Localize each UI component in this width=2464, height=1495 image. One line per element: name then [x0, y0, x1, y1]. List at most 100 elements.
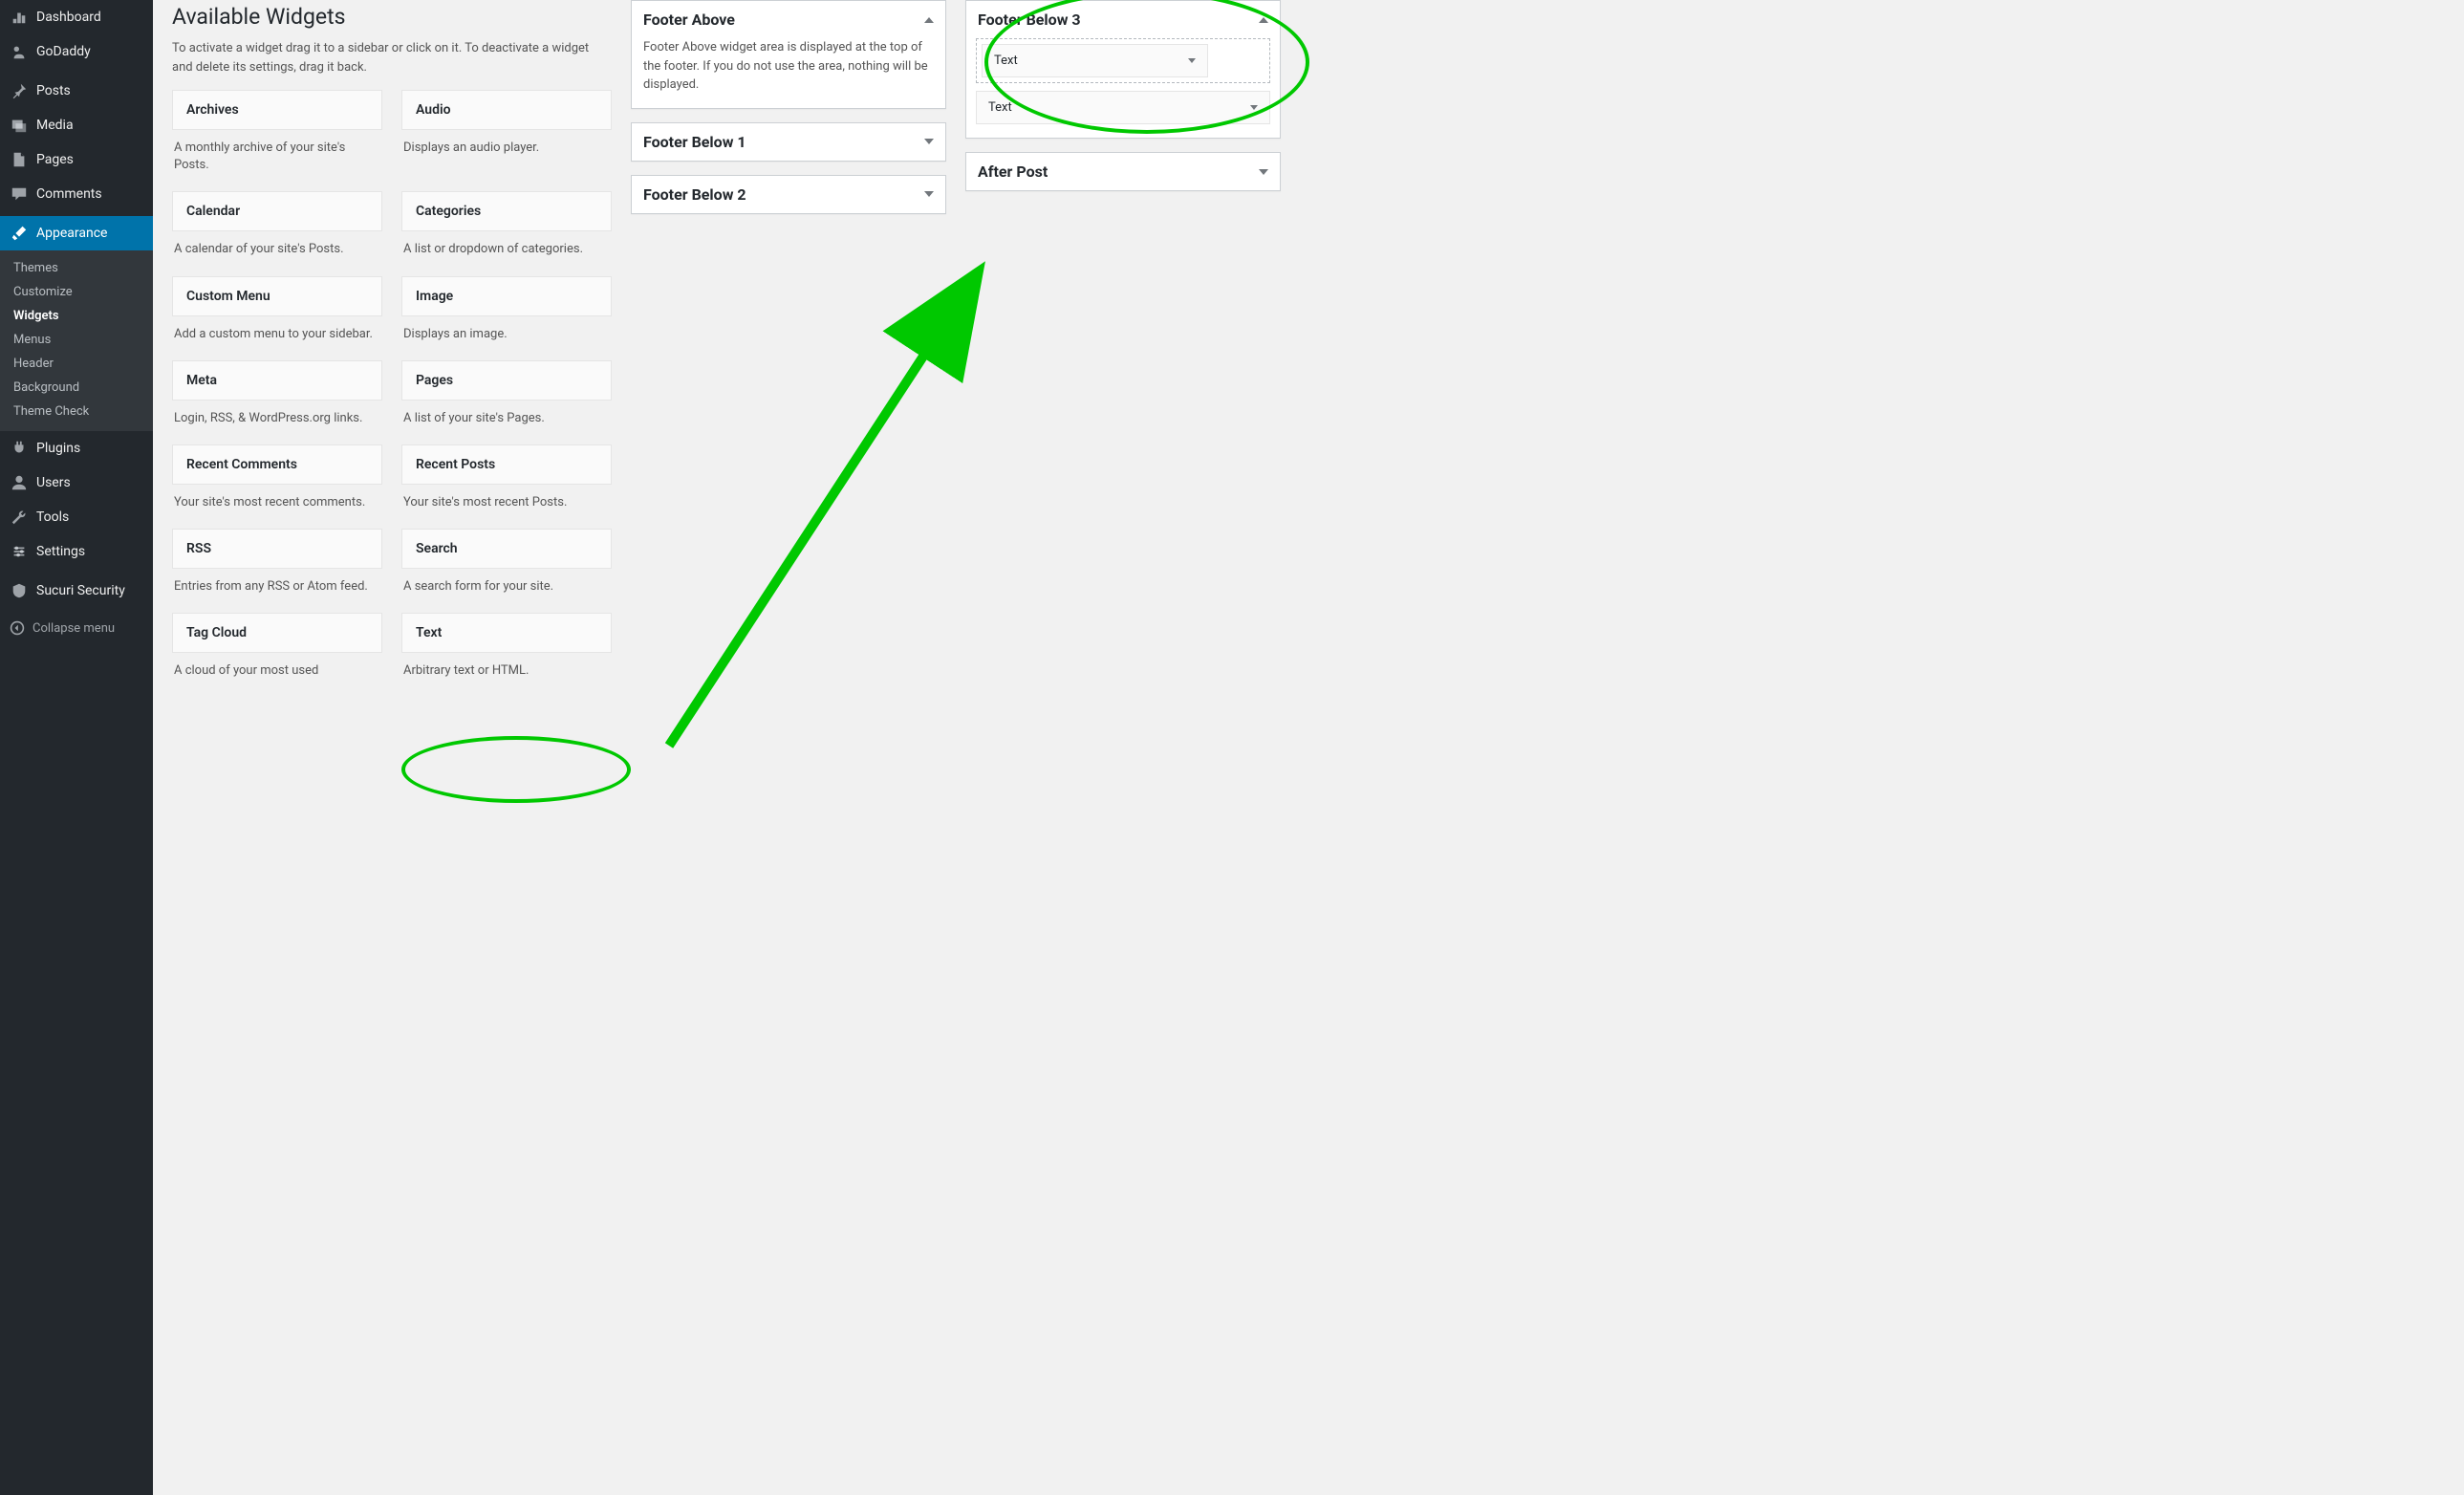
- chevron-down-icon: [924, 139, 934, 144]
- available-widget-description: Displays an image.: [401, 316, 612, 351]
- available-widget-description: Displays an audio player.: [401, 130, 612, 164]
- sidebar-item-comments[interactable]: Comments: [0, 177, 153, 211]
- settings-icon: [10, 542, 29, 561]
- available-widget-chip[interactable]: Pages: [401, 360, 612, 401]
- available-widget-cell: Calendar A calendar of your site's Posts.: [172, 191, 382, 275]
- available-widget-cell: Archives A monthly archive of your site's…: [172, 90, 382, 191]
- available-widget-description: Your site's most recent Posts.: [401, 485, 612, 519]
- sidebar-item-plugins[interactable]: Plugins: [0, 431, 153, 466]
- available-widget-chip[interactable]: Tag Cloud: [172, 613, 382, 653]
- pin-icon: [10, 81, 29, 100]
- available-widget-chip[interactable]: Calendar: [172, 191, 382, 231]
- widget-name: Search: [416, 541, 458, 556]
- available-widget-chip[interactable]: Audio: [401, 90, 612, 130]
- chevron-down-icon: [1188, 58, 1196, 63]
- sidebar-item-dashboard[interactable]: Dashboard: [0, 0, 153, 34]
- available-widget-cell: Image Displays an image.: [401, 276, 612, 360]
- sidebar-item-label: Appearance: [36, 226, 107, 241]
- available-widget-cell: Recent PostsYour site's most recent Post…: [401, 444, 612, 529]
- available-widget-description: A list or dropdown of categories.: [401, 231, 612, 266]
- sidebar-item-godaddy[interactable]: GoDaddy: [0, 34, 153, 69]
- widget-area-header[interactable]: Footer Below 2: [632, 176, 945, 213]
- sidebar-item-media[interactable]: Media: [0, 108, 153, 142]
- submenu-item-widgets[interactable]: Widgets: [0, 304, 153, 328]
- sidebar-item-label: Users: [36, 475, 71, 490]
- available-widget-cell: Recent CommentsYour site's most recent c…: [172, 444, 382, 529]
- sidebar-item-appearance[interactable]: Appearance: [0, 216, 153, 250]
- available-widget-chip[interactable]: Image: [401, 276, 612, 316]
- dashboard-icon: [10, 8, 29, 27]
- widget-area-header[interactable]: Footer Below 1: [632, 123, 945, 161]
- widget-drop-zone[interactable]: Text: [976, 38, 1270, 83]
- available-widgets-panel: Available Widgets To activate a widget d…: [172, 0, 612, 698]
- widget-area-header[interactable]: After Post: [966, 153, 1280, 190]
- available-widgets-heading: Available Widgets: [172, 4, 612, 30]
- sidebar-item-label: Settings: [36, 544, 85, 559]
- widget-area-column-1: Footer Above Footer Above widget area is…: [631, 0, 946, 228]
- sidebar-item-settings[interactable]: Settings: [0, 534, 153, 569]
- admin-sidebar: Dashboard GoDaddy Posts Media Pages Comm…: [0, 0, 153, 1495]
- brush-icon: [10, 224, 29, 243]
- widget-area-header[interactable]: Footer Above: [632, 1, 945, 38]
- sidebar-item-label: Dashboard: [36, 10, 101, 25]
- available-widget-chip[interactable]: Recent Posts: [401, 444, 612, 485]
- widget-name: Custom Menu: [186, 289, 270, 304]
- widget-instance-text[interactable]: Text: [976, 91, 1270, 124]
- sidebar-item-posts[interactable]: Posts: [0, 74, 153, 108]
- widget-area-description: Footer Above widget area is displayed at…: [632, 38, 945, 108]
- plug-icon: [10, 439, 29, 458]
- sidebar-item-tools[interactable]: Tools: [0, 500, 153, 534]
- godaddy-icon: [10, 42, 29, 61]
- sidebar-collapse-button[interactable]: Collapse menu: [0, 613, 153, 643]
- submenu-item-themes[interactable]: Themes: [0, 256, 153, 280]
- available-widget-description: Login, RSS, & WordPress.org links.: [172, 401, 382, 435]
- available-widget-chip[interactable]: Search: [401, 529, 612, 569]
- chevron-up-icon: [1259, 17, 1268, 23]
- widget-area-title: Footer Below 2: [643, 185, 746, 204]
- available-widget-description: A monthly archive of your site's Posts.: [172, 130, 382, 182]
- available-widget-chip[interactable]: RSS: [172, 529, 382, 569]
- widget-instance-text-dragging[interactable]: Text: [982, 44, 1208, 77]
- chevron-down-icon: [1259, 169, 1268, 175]
- available-widget-cell: PagesA list of your site's Pages.: [401, 360, 612, 444]
- page-icon: [10, 150, 29, 169]
- available-widget-description: A search form for your site.: [401, 569, 612, 603]
- widget-name: Pages: [416, 373, 453, 388]
- available-widget-cell: CategoriesA list or dropdown of categori…: [401, 191, 612, 275]
- available-widget-chip[interactable]: Archives: [172, 90, 382, 130]
- available-widget-cell: MetaLogin, RSS, & WordPress.org links.: [172, 360, 382, 444]
- widget-name: Audio: [416, 102, 451, 118]
- widget-area-footer-below-1: Footer Below 1: [631, 122, 946, 162]
- available-widget-description: Add a custom menu to your sidebar.: [172, 316, 382, 351]
- available-widget-chip[interactable]: Categories: [401, 191, 612, 231]
- sidebar-item-sucuri[interactable]: Sucuri Security: [0, 574, 153, 608]
- submenu-item-menus[interactable]: Menus: [0, 328, 153, 352]
- submenu-item-background[interactable]: Background: [0, 376, 153, 400]
- available-widget-cell: Audio Displays an audio player.: [401, 90, 612, 191]
- widget-name: Calendar: [186, 204, 240, 219]
- available-widget-description: A calendar of your site's Posts.: [172, 231, 382, 266]
- sidebar-item-label: Plugins: [36, 441, 80, 456]
- shield-icon: [10, 581, 29, 600]
- sidebar-item-users[interactable]: Users: [0, 466, 153, 500]
- sidebar-item-label: GoDaddy: [36, 44, 91, 59]
- available-widget-cell: Custom Menu Add a custom menu to your sid…: [172, 276, 382, 360]
- available-widget-chip[interactable]: Meta: [172, 360, 382, 401]
- available-widget-chip[interactable]: Recent Comments: [172, 444, 382, 485]
- sidebar-item-pages[interactable]: Pages: [0, 142, 153, 177]
- sidebar-item-label: Sucuri Security: [36, 583, 125, 598]
- submenu-item-customize[interactable]: Customize: [0, 280, 153, 304]
- widget-area-header[interactable]: Footer Below 3: [966, 1, 1280, 38]
- available-widget-cell: TextArbitrary text or HTML.: [401, 613, 612, 697]
- available-widget-chip[interactable]: Text: [401, 613, 612, 653]
- available-widgets-description: To activate a widget drag it to a sideba…: [172, 39, 612, 76]
- widget-name: RSS: [186, 541, 211, 556]
- submenu-item-header[interactable]: Header: [0, 352, 153, 376]
- widget-area-column-2: Footer Below 3 Text Text: [965, 0, 1281, 205]
- chevron-down-icon: [924, 191, 934, 197]
- available-widget-chip[interactable]: Custom Menu: [172, 276, 382, 316]
- widget-name: Archives: [186, 102, 239, 118]
- sidebar-item-label: Posts: [36, 83, 71, 98]
- submenu-item-themecheck[interactable]: Theme Check: [0, 400, 153, 423]
- widget-name: Image: [416, 289, 453, 304]
